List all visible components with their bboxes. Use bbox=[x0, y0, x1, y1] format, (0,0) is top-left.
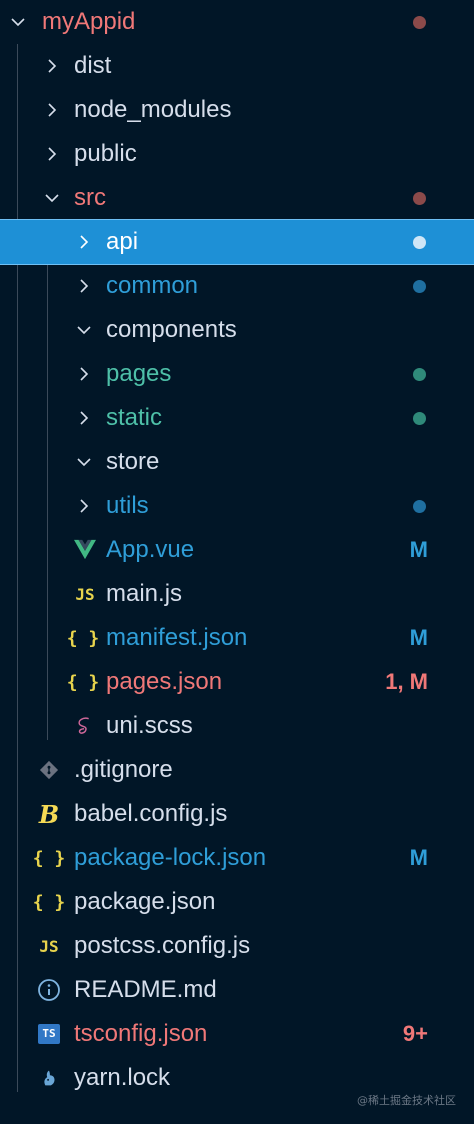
file-label: yarn.lock bbox=[74, 1064, 171, 1091]
status-dot bbox=[413, 367, 426, 381]
chevron-down-icon bbox=[72, 318, 96, 342]
chevron-right-icon bbox=[72, 406, 96, 430]
folder-components[interactable]: components bbox=[0, 308, 474, 352]
chevron-down-icon bbox=[72, 450, 96, 474]
chevron-right-icon bbox=[72, 494, 96, 518]
chevron-right-icon bbox=[72, 230, 96, 254]
folder-label: api bbox=[106, 228, 139, 255]
folder-node-modules[interactable]: node_modules bbox=[0, 88, 474, 132]
file-label: main.js bbox=[106, 580, 183, 607]
folder-label: node_modules bbox=[74, 96, 232, 123]
status-dot bbox=[413, 499, 426, 513]
file-label: .gitignore bbox=[74, 756, 173, 783]
file-gitignore[interactable]: .gitignore bbox=[0, 748, 474, 792]
file-package-lock-json[interactable]: { } package-lock.json M bbox=[0, 836, 474, 880]
file-label: package-lock.json bbox=[74, 844, 267, 871]
ts-badge-text: TS bbox=[38, 1024, 60, 1044]
file-manifest-json[interactable]: { } manifest.json M bbox=[0, 616, 474, 660]
file-label: manifest.json bbox=[106, 624, 248, 651]
js-icon: JS bbox=[39, 936, 59, 956]
folder-public[interactable]: public bbox=[0, 132, 474, 176]
file-readme[interactable]: README.md bbox=[0, 968, 474, 1012]
json-icon: { } bbox=[32, 891, 66, 913]
folder-label: components bbox=[106, 316, 237, 343]
git-status-badge: M bbox=[409, 845, 428, 870]
sass-icon bbox=[72, 713, 98, 739]
babel-icon: B bbox=[38, 799, 60, 829]
folder-pages[interactable]: pages bbox=[0, 352, 474, 396]
chevron-right-icon bbox=[72, 274, 96, 298]
chevron-right-icon bbox=[72, 362, 96, 386]
folder-common[interactable]: common bbox=[0, 264, 474, 308]
folder-store[interactable]: store bbox=[0, 440, 474, 484]
file-label: pages.json bbox=[106, 668, 223, 695]
chevron-right-icon bbox=[40, 98, 64, 122]
status-dot bbox=[413, 279, 426, 293]
js-icon: JS bbox=[75, 584, 95, 604]
status-dot bbox=[413, 191, 426, 205]
folder-label: public bbox=[74, 140, 137, 167]
folder-dist[interactable]: dist bbox=[0, 44, 474, 88]
file-label: App.vue bbox=[106, 536, 195, 563]
file-label: postcss.config.js bbox=[74, 932, 251, 959]
folder-label: utils bbox=[106, 492, 149, 519]
folder-label: src bbox=[74, 184, 106, 211]
vue-icon bbox=[72, 537, 98, 563]
chevron-right-icon bbox=[40, 142, 64, 166]
status-dot bbox=[413, 15, 426, 29]
file-pages-json[interactable]: { } pages.json 1, M bbox=[0, 660, 474, 704]
file-label: babel.config.js bbox=[74, 800, 228, 827]
folder-myappid[interactable]: myAppid bbox=[0, 0, 474, 44]
folder-label: common bbox=[106, 272, 199, 299]
watermark: @稀土掘金技术社区 bbox=[357, 1094, 456, 1107]
status-dot bbox=[413, 235, 426, 249]
file-postcss-config[interactable]: JS postcss.config.js bbox=[0, 924, 474, 968]
problem-badge: 9+ bbox=[402, 1021, 428, 1046]
file-babel-config[interactable]: B babel.config.js bbox=[0, 792, 474, 836]
info-icon bbox=[36, 977, 62, 1003]
file-label: tsconfig.json bbox=[74, 1020, 208, 1047]
file-label: README.md bbox=[74, 976, 217, 1003]
file-label: package.json bbox=[74, 888, 216, 915]
file-main-js[interactable]: JS main.js bbox=[0, 572, 474, 616]
git-status-badge: M bbox=[409, 625, 428, 650]
problem-badge: 1, M bbox=[385, 669, 428, 694]
file-label: uni.scss bbox=[106, 712, 193, 739]
file-app-vue[interactable]: App.vue M bbox=[0, 528, 474, 572]
yarn-icon bbox=[36, 1065, 62, 1091]
folder-label: store bbox=[106, 448, 160, 475]
folder-label: static bbox=[106, 404, 163, 431]
folder-label: myAppid bbox=[42, 8, 136, 35]
git-icon bbox=[36, 757, 62, 783]
file-uni-scss[interactable]: uni.scss bbox=[0, 704, 474, 748]
folder-utils[interactable]: utils bbox=[0, 484, 474, 528]
json-icon: { } bbox=[66, 671, 100, 693]
folder-label: dist bbox=[74, 52, 112, 79]
json-icon: { } bbox=[66, 627, 100, 649]
folder-src[interactable]: src bbox=[0, 176, 474, 220]
folder-label: pages bbox=[106, 360, 172, 387]
typescript-icon: TS bbox=[36, 1021, 62, 1047]
chevron-down-icon bbox=[6, 10, 30, 34]
file-tsconfig-json[interactable]: TS tsconfig.json 9+ bbox=[0, 1012, 474, 1056]
folder-api[interactable]: api bbox=[0, 219, 474, 265]
chevron-down-icon bbox=[40, 186, 64, 210]
chevron-right-icon bbox=[40, 54, 64, 78]
folder-static[interactable]: static bbox=[0, 396, 474, 440]
status-dot bbox=[413, 411, 426, 425]
json-icon: { } bbox=[32, 847, 66, 869]
git-status-badge: M bbox=[409, 537, 428, 562]
file-package-json[interactable]: { } package.json bbox=[0, 880, 474, 924]
